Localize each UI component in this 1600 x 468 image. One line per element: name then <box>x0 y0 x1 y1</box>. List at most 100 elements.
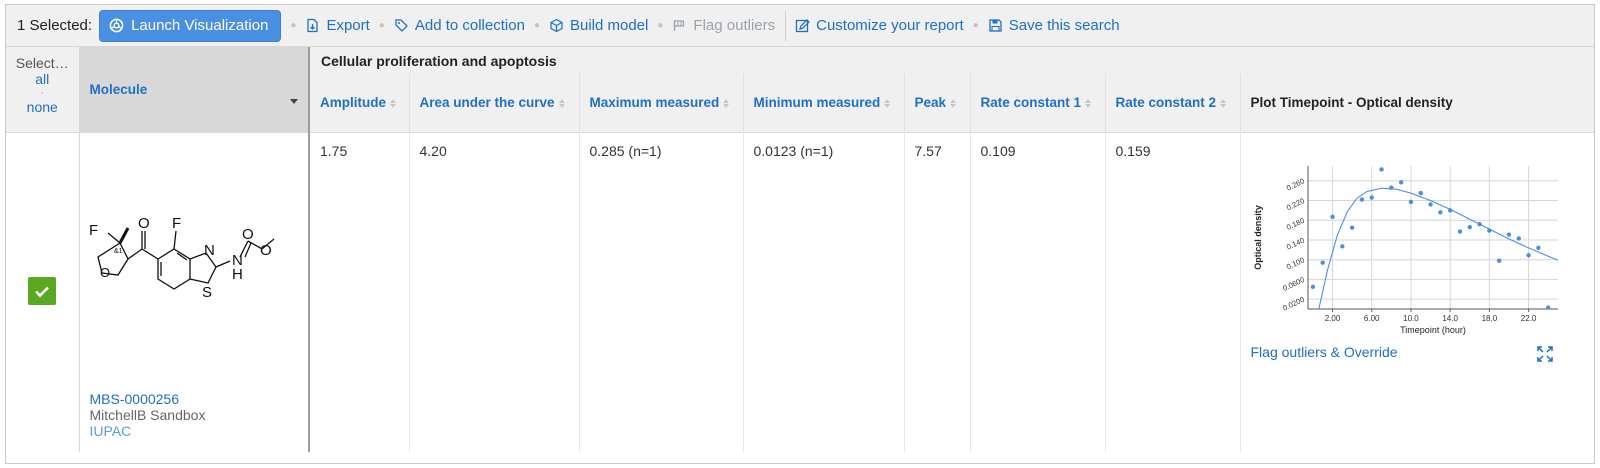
group-header: Cellular proliferation and apoptosis <box>309 47 1595 74</box>
data-point <box>1486 227 1492 233</box>
column-header-maximum-measured[interactable]: Maximum measured <box>579 74 744 132</box>
save-icon <box>989 19 1002 32</box>
report-frame: 1 Selected: Launch Visualization ● Expor… <box>5 4 1595 464</box>
data-point <box>1457 228 1462 234</box>
y-tick-label: 0.260 <box>1285 176 1306 192</box>
export-button[interactable]: Export <box>305 17 370 34</box>
data-point <box>1329 214 1335 219</box>
x-tick-label: 2.00 <box>1324 314 1340 323</box>
data-point <box>1506 231 1511 237</box>
y-axis-title: Optical density <box>1253 205 1263 270</box>
flag-outliers-button[interactable]: Flag outliers <box>672 17 775 34</box>
caret-down-icon[interactable] <box>290 99 298 104</box>
cell-peak: 7.57 <box>904 131 971 452</box>
select-label: Select… <box>15 55 69 71</box>
atom-label: O <box>242 226 254 243</box>
sort-icon <box>558 99 566 109</box>
build-model-button[interactable]: Build model <box>549 17 648 34</box>
save-search-button[interactable]: Save this search <box>988 17 1120 34</box>
column-header-rate-constant-1[interactable]: Rate constant 1 <box>970 74 1106 132</box>
tag-icon <box>395 19 408 32</box>
data-point <box>1310 284 1315 289</box>
column-label: Minimum measured <box>753 95 881 111</box>
data-point <box>1418 190 1423 195</box>
atom-label: H <box>232 266 243 283</box>
separator-dot: ● <box>657 20 664 31</box>
add-to-collection-button[interactable]: Add to collection <box>394 17 525 34</box>
launch-visualization-button[interactable]: Launch Visualization <box>99 9 282 42</box>
expand-icon[interactable] <box>1536 345 1553 362</box>
data-point <box>1408 199 1413 204</box>
atom-label: O <box>138 215 150 232</box>
select-none-link[interactable]: none <box>6 99 79 115</box>
column-label: Rate constant 1 <box>980 95 1082 111</box>
molecule-structure: F O O F N S N H O O &1 <box>89 215 274 301</box>
data-point <box>1339 243 1345 249</box>
molecule-id-link[interactable]: MBS-0000256 <box>90 391 180 407</box>
flag-icon <box>674 20 685 31</box>
selected-count: 1 Selected: <box>17 17 93 34</box>
flag-outliers-override-link[interactable]: Flag outliers & Override <box>1251 344 1398 360</box>
molecule-header-label: Molecule <box>89 81 148 97</box>
data-point <box>1476 221 1482 226</box>
optical-density-chart[interactable]: 2.00 6.00 10.0 14.0 18.0 22.0 0.02000.0600 0.10… <box>1241 133 1571 343</box>
cube-icon <box>550 18 563 33</box>
toolbar-divider <box>785 10 787 41</box>
data-point <box>1437 209 1443 215</box>
separator-dot: ● <box>378 20 385 31</box>
column-label: Area under the curve <box>419 95 555 111</box>
data-point <box>1320 259 1325 265</box>
y-tick-label: 0.220 <box>1285 196 1306 212</box>
customize-report-label: Customize your report <box>816 17 964 34</box>
column-header-minimum-measured[interactable]: Minimum measured <box>743 74 905 132</box>
sort-icon <box>390 99 397 109</box>
export-icon <box>307 18 319 33</box>
y-tick-label: 0.0200 <box>1281 294 1306 312</box>
data-point <box>1535 245 1541 250</box>
y-tick-label: 0.180 <box>1285 215 1306 231</box>
data-point <box>1369 194 1374 200</box>
row-checkbox[interactable] <box>28 276 57 305</box>
data-point <box>1525 252 1531 257</box>
column-header-rate-constant-2[interactable]: Rate constant 2 <box>1105 74 1241 132</box>
column-header-auc[interactable]: Area under the curve <box>409 74 580 132</box>
sort-icon <box>950 99 957 109</box>
row-select-cell[interactable] <box>6 131 80 452</box>
data-point <box>1516 235 1521 241</box>
fit-curve-line <box>1317 187 1558 309</box>
molecule-source: MitchellB Sandbox <box>89 406 206 423</box>
separator-dot: ● <box>290 20 297 31</box>
select-all-link[interactable]: all <box>6 71 79 87</box>
data-point <box>1378 166 1384 172</box>
stereo-label: &1 <box>114 248 123 255</box>
atom-label: F <box>172 215 181 232</box>
molecule-column-header[interactable]: Molecule <box>79 47 310 132</box>
cell-rate-constant-2: 0.159 <box>1105 131 1241 452</box>
data-point <box>1359 196 1364 202</box>
launch-visualization-label: Launch Visualization <box>131 17 269 34</box>
customize-report-button[interactable]: Customize your report <box>795 17 964 34</box>
cell-minimum-measured: 0.0123 (n=1) <box>743 131 905 452</box>
atom-label: S <box>202 284 212 301</box>
column-header-plot: Plot Timepoint - Optical density <box>1240 74 1595 132</box>
select-column-header: Select… all · none <box>6 47 80 132</box>
sort-icon <box>884 99 891 109</box>
column-label: Peak <box>914 95 947 111</box>
x-tick-label: 18.0 <box>1481 314 1497 323</box>
iupac-link[interactable]: IUPAC <box>90 423 132 439</box>
column-header-amplitude[interactable]: Amplitude <box>309 74 410 132</box>
table-row: F O O F N S N H O O &1 MBS-0000256 Mitch… <box>6 131 1595 452</box>
save-search-label: Save this search <box>1008 17 1120 34</box>
data-point <box>1398 179 1403 184</box>
cell-rate-constant-1: 0.109 <box>970 131 1106 452</box>
column-label: Amplitude <box>320 95 386 111</box>
x-axis-title: Timepoint (hour) <box>1400 325 1466 335</box>
plot-cell: 2.00 6.00 10.0 14.0 18.0 22.0 0.0200 0.0600 0.10… <box>1240 131 1595 452</box>
separator-dot: ● <box>972 20 979 31</box>
column-header-peak[interactable]: Peak <box>904 74 971 132</box>
results-table: Select… all · none Molecule Cellular pro… <box>6 47 1595 452</box>
cell-auc: 4.20 <box>409 131 580 452</box>
edit-report-icon <box>795 19 810 33</box>
sort-icon <box>1220 99 1227 109</box>
data-point <box>1545 304 1550 310</box>
